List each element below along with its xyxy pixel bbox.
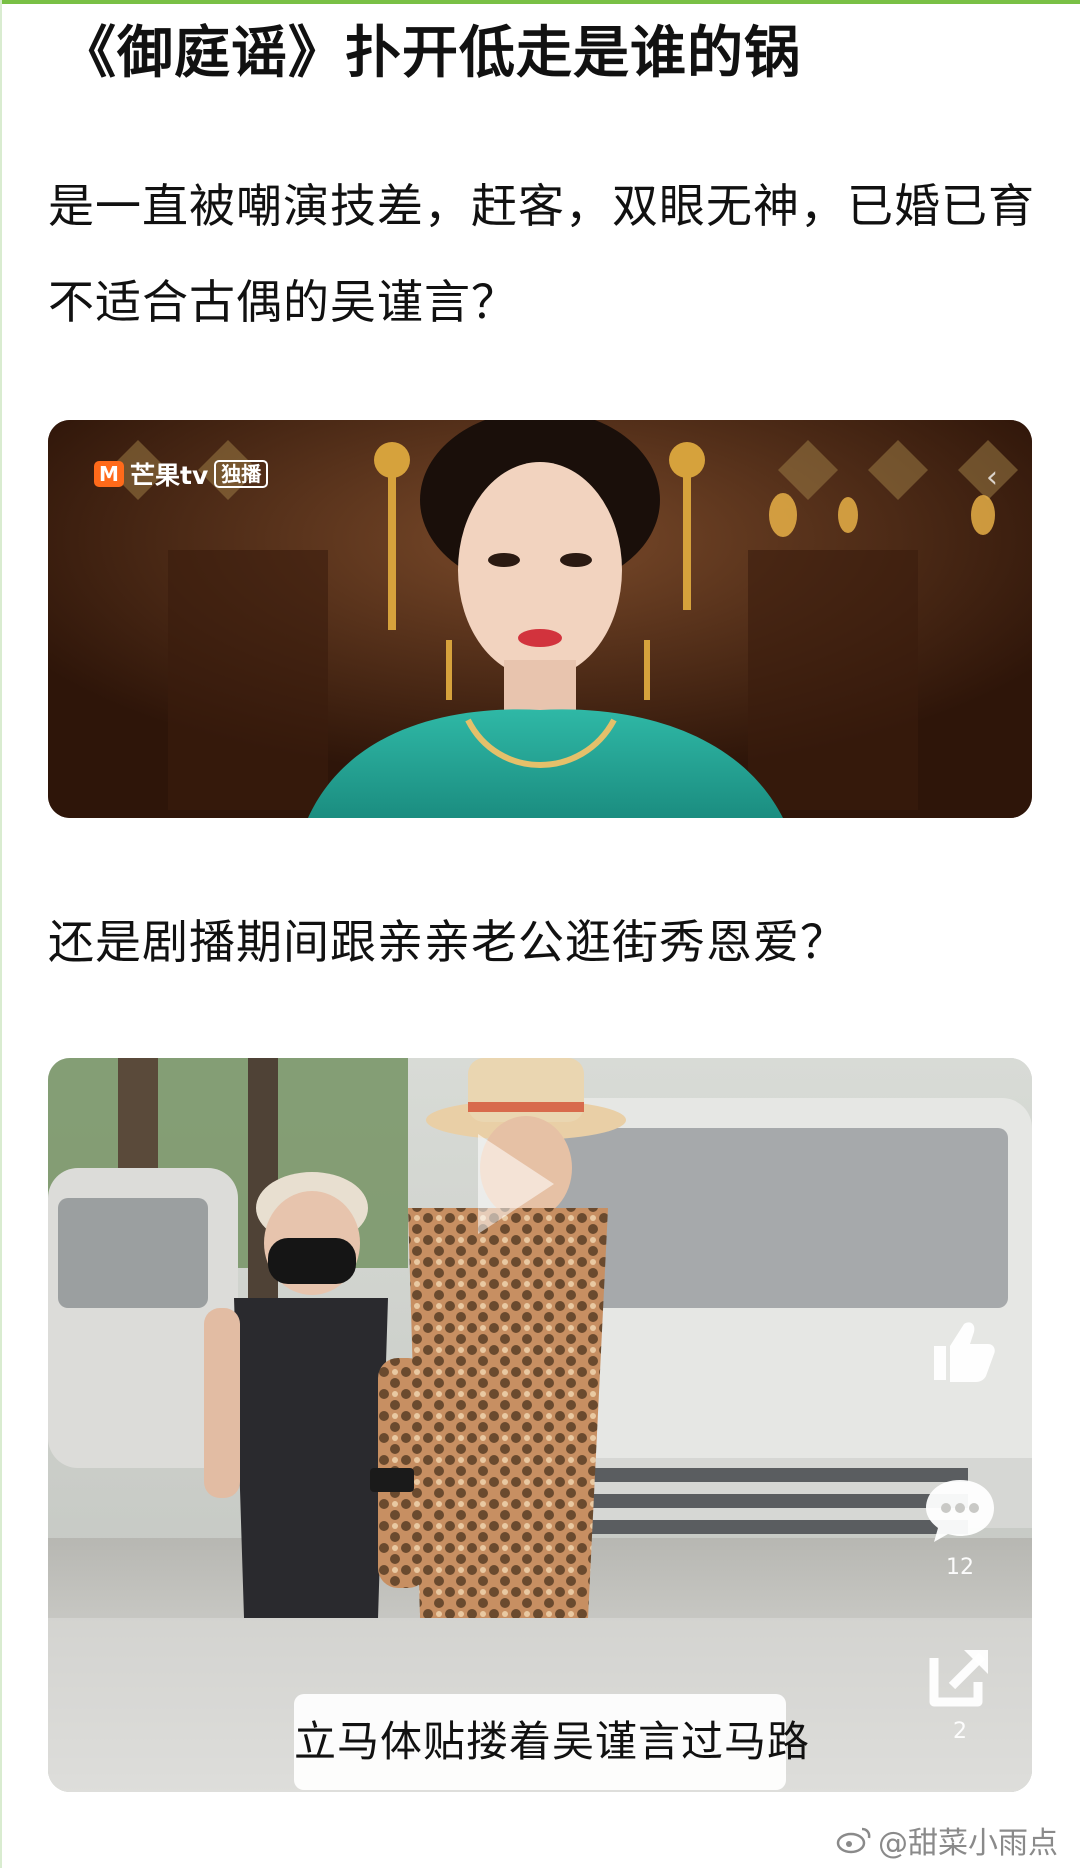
weibo-icon bbox=[836, 1827, 871, 1854]
weibo-watermark: @甜菜小雨点 bbox=[836, 1818, 1058, 1862]
top-accent-strip bbox=[0, 0, 1080, 4]
video-caption: 立马体贴搂着吴谨言过马路 bbox=[294, 1694, 809, 1790]
exclusive-badge: 独播 bbox=[214, 460, 269, 488]
play-icon[interactable] bbox=[48, 1058, 1032, 1792]
left-edge-strip bbox=[0, 0, 2, 1868]
article-headline: 《御庭谣》扑开低走是谁的锅 bbox=[60, 21, 801, 86]
logo-text: 芒果tv bbox=[130, 461, 209, 490]
thumbs-up-icon bbox=[934, 1322, 995, 1382]
share-count: 2 bbox=[953, 1719, 967, 1744]
comment-button[interactable]: 12 bbox=[920, 1470, 1000, 1582]
share-button[interactable]: 2 bbox=[920, 1634, 1000, 1746]
mango-logo-icon: M bbox=[94, 461, 124, 487]
chevron-left-icon[interactable]: ‹ bbox=[986, 460, 998, 495]
comment-bubble-icon bbox=[926, 1480, 994, 1542]
mango-tv-logo: M 芒果tv 独播 bbox=[94, 456, 269, 492]
street-video-frame[interactable] bbox=[48, 1058, 1032, 1792]
comment-count: 12 bbox=[946, 1555, 974, 1580]
article-paragraph-1: 是一直被嘲演技差，赶客，双眼无神，已婚已育不适合古偶的吴谨言？ bbox=[48, 179, 1035, 329]
drama-still-image[interactable]: M 芒果tv 独播 ‹ bbox=[48, 420, 1032, 818]
watermark-text: @甜菜小雨点 bbox=[878, 1826, 1058, 1861]
share-icon bbox=[929, 1650, 988, 1707]
like-button[interactable] bbox=[920, 1310, 1000, 1394]
article-paragraph-2: 还是剧播期间跟亲亲老公逛街秀恩爱？ bbox=[48, 915, 847, 969]
